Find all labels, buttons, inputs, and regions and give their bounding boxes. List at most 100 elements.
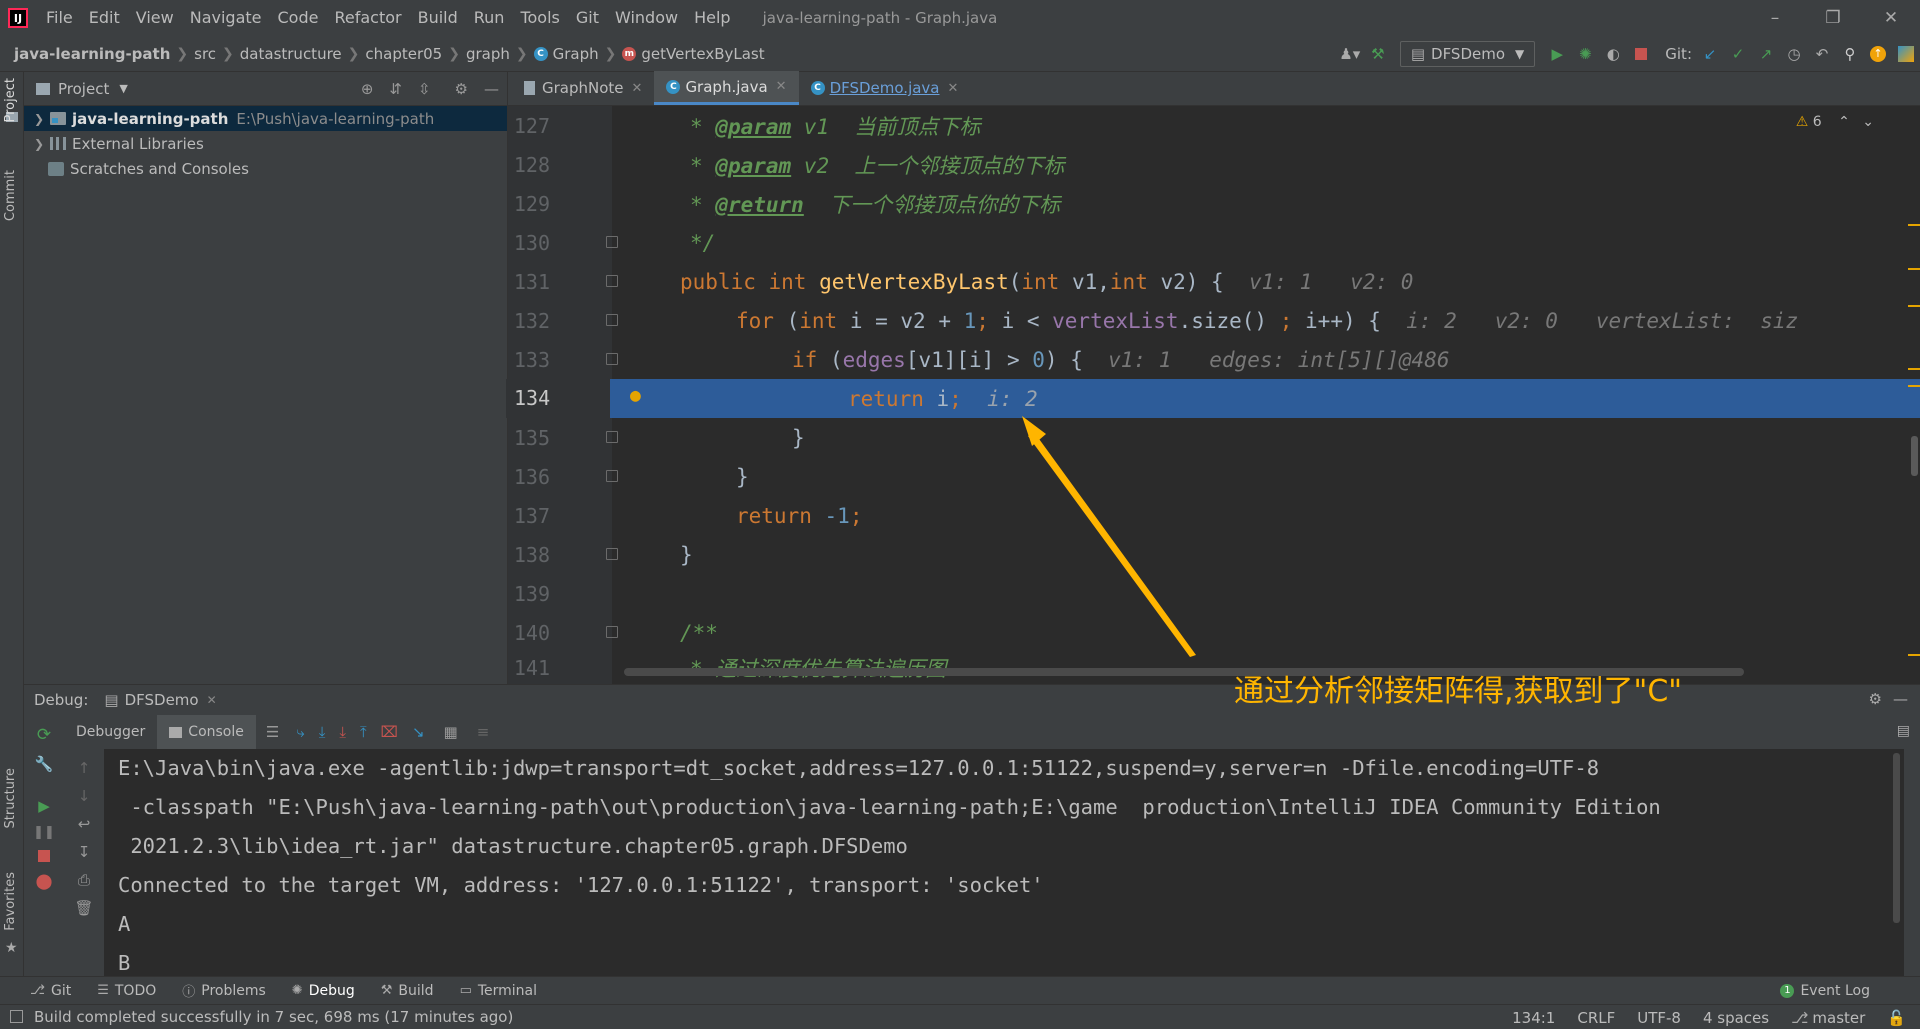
menu-git[interactable]: Git: [568, 0, 607, 36]
favorites-tool-tab[interactable]: Favorites: [3, 872, 18, 931]
trace-icon[interactable]: ≡: [477, 723, 490, 741]
code-line-130[interactable]: 130 */: [508, 223, 1920, 262]
fold-icon[interactable]: [606, 314, 618, 326]
favorites-star-icon[interactable]: ★: [5, 940, 18, 956]
close-window-icon[interactable]: ✕: [1862, 0, 1920, 36]
tool-tab-build[interactable]: ⚒ Build: [381, 983, 434, 999]
warning-stripe[interactable]: [1908, 268, 1920, 270]
fold-icon[interactable]: [606, 236, 618, 248]
tree-item-project-root[interactable]: ❯ java-learning-path E:\Push\java-learni…: [24, 106, 507, 131]
code-line-129[interactable]: 129 * @return 下一个邻接顶点你的下标: [508, 184, 1920, 223]
expand-all-icon[interactable]: ⇵: [389, 80, 402, 98]
force-step-into-icon[interactable]: ⤓: [339, 723, 346, 741]
jetbrains-icon[interactable]: [1892, 40, 1920, 68]
arrow-up-icon[interactable]: ↑: [78, 759, 91, 777]
caret-position[interactable]: 134:1: [1512, 1009, 1555, 1027]
vertical-scrollbar[interactable]: [1911, 436, 1918, 476]
commit-tool-tab[interactable]: Commit: [3, 170, 18, 221]
tab-graphnote[interactable]: GraphNote ✕: [512, 71, 654, 105]
rerun-icon[interactable]: ⟳: [37, 725, 51, 745]
restore-icon[interactable]: ❐: [1804, 0, 1862, 36]
coverage-icon[interactable]: ◐: [1599, 40, 1627, 68]
breadcrumb-src[interactable]: src: [194, 45, 216, 63]
drop-frame-icon[interactable]: ⌧: [381, 723, 398, 741]
menu-file[interactable]: File: [38, 0, 81, 36]
git-push-icon[interactable]: ↗: [1752, 40, 1780, 68]
menu-code[interactable]: Code: [270, 0, 327, 36]
code-line-128[interactable]: 128 * @param v2 上一个邻接顶点的下标: [508, 145, 1920, 184]
resume-icon[interactable]: ▶: [38, 797, 50, 815]
tool-tab-debug[interactable]: ✺ Debug: [292, 983, 355, 999]
chevron-right-icon[interactable]: ❯: [34, 112, 50, 126]
tab-console[interactable]: Console: [157, 715, 256, 749]
scroll-to-end-icon[interactable]: ↧: [78, 843, 91, 861]
soft-wrap-icon[interactable]: ↩: [78, 815, 91, 833]
chevron-down-icon[interactable]: ▼: [119, 82, 127, 95]
menu-edit[interactable]: Edit: [81, 0, 128, 36]
code-line-131[interactable]: 131 public int getVertexByLast(int v1,in…: [508, 262, 1920, 301]
status-toggle-icon[interactable]: [10, 1010, 23, 1023]
hide-icon[interactable]: —: [484, 80, 499, 98]
collapse-all-icon[interactable]: ⇳: [418, 80, 431, 98]
indent-setting[interactable]: 4 spaces: [1703, 1009, 1769, 1027]
stop-icon[interactable]: [1627, 40, 1655, 68]
stop-icon[interactable]: [38, 850, 50, 862]
fold-icon[interactable]: [606, 548, 618, 560]
print-icon[interactable]: ⎙: [78, 871, 90, 889]
event-log-button[interactable]: 1 Event Log: [1780, 977, 1870, 1005]
fold-icon[interactable]: [606, 470, 618, 482]
view-breakpoints-icon[interactable]: ⬤: [36, 872, 53, 890]
rollback-icon[interactable]: ↶: [1808, 40, 1836, 68]
code-line-133[interactable]: 133 if (edges[v1][i] > 0) { v1: 1 edges:…: [508, 340, 1920, 379]
menu-window[interactable]: Window: [607, 0, 686, 36]
code-line-135[interactable]: 135 }: [508, 418, 1920, 457]
menu-tools[interactable]: Tools: [512, 0, 567, 36]
warning-stripe[interactable]: [1908, 368, 1920, 370]
run-icon[interactable]: ▶: [1543, 40, 1571, 68]
tab-debugger[interactable]: Debugger: [64, 715, 157, 749]
step-out-icon[interactable]: ⤒: [360, 723, 367, 741]
line-separator[interactable]: CRLF: [1577, 1009, 1615, 1027]
step-into-icon[interactable]: ⤓: [319, 723, 326, 741]
tool-tab-terminal[interactable]: ▭ Terminal: [460, 983, 537, 999]
code-line-132[interactable]: 132 for (int i = v2 + 1; i < vertexList.…: [508, 301, 1920, 340]
breadcrumb-graph-package[interactable]: graph: [466, 45, 510, 63]
menu-build[interactable]: Build: [410, 0, 466, 36]
menu-view[interactable]: View: [128, 0, 182, 36]
structure-tool-tab[interactable]: Structure: [3, 768, 18, 828]
gear-icon[interactable]: ⚙: [455, 80, 468, 98]
tool-tab-problems[interactable]: ⓘ Problems: [182, 981, 266, 1001]
project-title[interactable]: Project: [58, 80, 109, 98]
tool-tab-todo[interactable]: ☰ TODO: [97, 983, 156, 999]
git-commit-icon[interactable]: ✓: [1724, 40, 1752, 68]
tree-item-external-libraries[interactable]: ❯ External Libraries: [24, 131, 507, 156]
menu-refactor[interactable]: Refactor: [326, 0, 409, 36]
menu-navigate[interactable]: Navigate: [182, 0, 270, 36]
debug-session-tab[interactable]: ▤ DFSDemo ✕: [104, 691, 216, 709]
threads-icon[interactable]: ☰: [266, 723, 279, 741]
close-icon[interactable]: ✕: [776, 79, 787, 94]
run-config-select[interactable]: ▤ DFSDemo ▼: [1399, 41, 1536, 67]
tab-dfsdemo-java[interactable]: C DFSDemo.java ✕: [799, 71, 971, 105]
clear-trash-icon[interactable]: 🗑: [74, 899, 93, 917]
fold-icon[interactable]: [606, 353, 618, 365]
breadcrumb-chapter05[interactable]: chapter05: [365, 45, 442, 63]
build-hammer-icon[interactable]: ⚒: [1364, 40, 1392, 68]
tree-item-scratches[interactable]: Scratches and Consoles: [24, 156, 507, 181]
hide-icon[interactable]: —: [1893, 690, 1908, 708]
menu-run[interactable]: Run: [466, 0, 513, 36]
code-line-127[interactable]: 127 * @param v1 当前顶点下标: [508, 106, 1920, 145]
warning-stripe[interactable]: [1908, 305, 1920, 307]
project-tool-tab[interactable]: Project: [3, 78, 18, 122]
gear-icon[interactable]: ⚙: [1869, 690, 1882, 708]
code-line-137[interactable]: 137 return -1;: [508, 496, 1920, 535]
breadcrumb-project[interactable]: java-learning-path: [14, 45, 170, 63]
history-icon[interactable]: ◷: [1780, 40, 1808, 68]
fold-icon[interactable]: [606, 626, 618, 638]
close-icon[interactable]: ✕: [632, 81, 643, 96]
warning-stripe[interactable]: [1908, 654, 1920, 656]
layout-icon[interactable]: ▤: [1897, 723, 1910, 739]
search-icon[interactable]: ⚲: [1836, 40, 1864, 68]
step-over-icon[interactable]: ⤷: [296, 723, 304, 741]
code-line-140[interactable]: 140 /**: [508, 613, 1920, 652]
